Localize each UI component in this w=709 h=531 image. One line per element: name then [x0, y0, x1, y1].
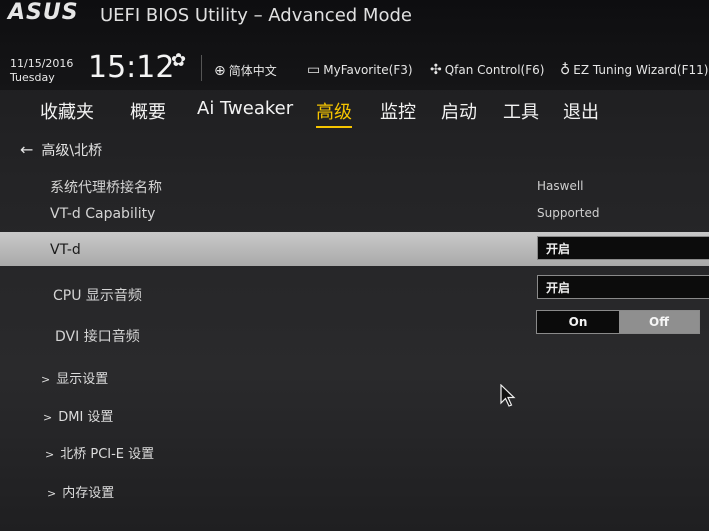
submenu-pcie[interactable]: > 北桥 PCI-E 设置 — [45, 443, 154, 462]
submenu-display[interactable]: > 显示设置 — [41, 368, 108, 387]
breadcrumb-label: 高级\北桥 — [41, 143, 103, 159]
main-tabs: 收藏夹 概要 Ai Tweaker 高级 监控 启动 工具 退出 — [0, 92, 709, 130]
submenu-dmi[interactable]: > DMI 设置 — [43, 406, 113, 425]
cpu-audio-select-value: 开启 — [546, 281, 571, 295]
qfan-label: Qfan Control(F6) — [444, 63, 545, 77]
globe-icon: ⊕ — [214, 63, 226, 79]
vtd-label: VT-d — [50, 242, 81, 258]
favorite-icon: ▭ — [307, 62, 321, 78]
system-agent-value: Haswell — [537, 179, 584, 193]
vtd-capability-value: Supported — [537, 206, 600, 220]
system-agent-label: 系统代理桥接名称 — [50, 180, 162, 196]
date-display: 11/15/2016 — [10, 57, 74, 70]
vtd-capability-label: VT-d Capability — [50, 206, 156, 222]
tab-main[interactable]: 概要 — [130, 98, 166, 124]
ez-tuning-button[interactable]: ♁ EZ Tuning Wizard(F11) — [560, 62, 708, 78]
fan-icon: ✣ — [430, 62, 442, 78]
toggle-on-option[interactable]: On — [537, 311, 619, 333]
ez-tuning-label: EZ Tuning Wizard(F11) — [573, 63, 709, 77]
toggle-off-option[interactable]: Off — [619, 311, 699, 333]
submenu-memory-label: 内存设置 — [62, 486, 115, 501]
chevron-right-icon: > — [47, 487, 57, 500]
tab-favorites[interactable]: 收藏夹 — [40, 98, 94, 124]
tab-monitor[interactable]: 监控 — [380, 98, 416, 124]
submenu-pcie-label: 北桥 PCI-E 设置 — [60, 447, 155, 462]
language-button[interactable]: ⊕ 简体中文 — [214, 62, 277, 79]
cpu-audio-select[interactable]: 开启 — [537, 275, 709, 299]
language-label: 简体中文 — [228, 64, 277, 78]
tab-advanced[interactable]: 高级 — [316, 98, 352, 128]
submenu-dmi-label: DMI 设置 — [58, 410, 114, 425]
back-arrow-icon[interactable]: ← — [20, 140, 33, 159]
vtd-select[interactable]: 开启 — [537, 236, 709, 260]
qfan-button[interactable]: ✣ Qfan Control(F6) — [430, 62, 544, 78]
vtd-select-value: 开启 — [546, 242, 571, 256]
gear-icon[interactable]: ✿ — [171, 50, 186, 71]
tab-tool[interactable]: 工具 — [503, 98, 539, 124]
bulb-icon: ♁ — [560, 62, 571, 78]
time-display: 15:12 — [88, 50, 175, 85]
dvi-audio-toggle[interactable]: On Off — [536, 310, 700, 334]
brand-logo: ASUS — [8, 0, 79, 25]
header-divider — [201, 55, 202, 81]
cpu-audio-label: CPU 显示音频 — [53, 288, 142, 304]
tab-exit[interactable]: 退出 — [563, 98, 599, 124]
top-header: ASUS UEFI BIOS Utility – Advanced Mode 1… — [0, 0, 709, 90]
mouse-cursor-icon — [500, 384, 516, 407]
dvi-audio-label: DVI 接口音频 — [55, 329, 140, 345]
day-display: Tuesday — [10, 71, 55, 84]
tab-ai-tweaker[interactable]: Ai Tweaker — [197, 98, 293, 119]
myfavorite-label: MyFavorite(F3) — [323, 63, 413, 77]
submenu-memory[interactable]: > 内存设置 — [47, 482, 114, 501]
submenu-display-label: 显示设置 — [56, 372, 109, 387]
tab-boot[interactable]: 启动 — [441, 98, 477, 124]
myfavorite-button[interactable]: ▭ MyFavorite(F3) — [307, 62, 413, 78]
breadcrumb[interactable]: ← 高级\北桥 — [20, 140, 102, 160]
chevron-right-icon: > — [41, 373, 51, 386]
chevron-right-icon: > — [45, 448, 55, 461]
app-title: UEFI BIOS Utility – Advanced Mode — [100, 5, 412, 26]
chevron-right-icon: > — [43, 411, 53, 424]
